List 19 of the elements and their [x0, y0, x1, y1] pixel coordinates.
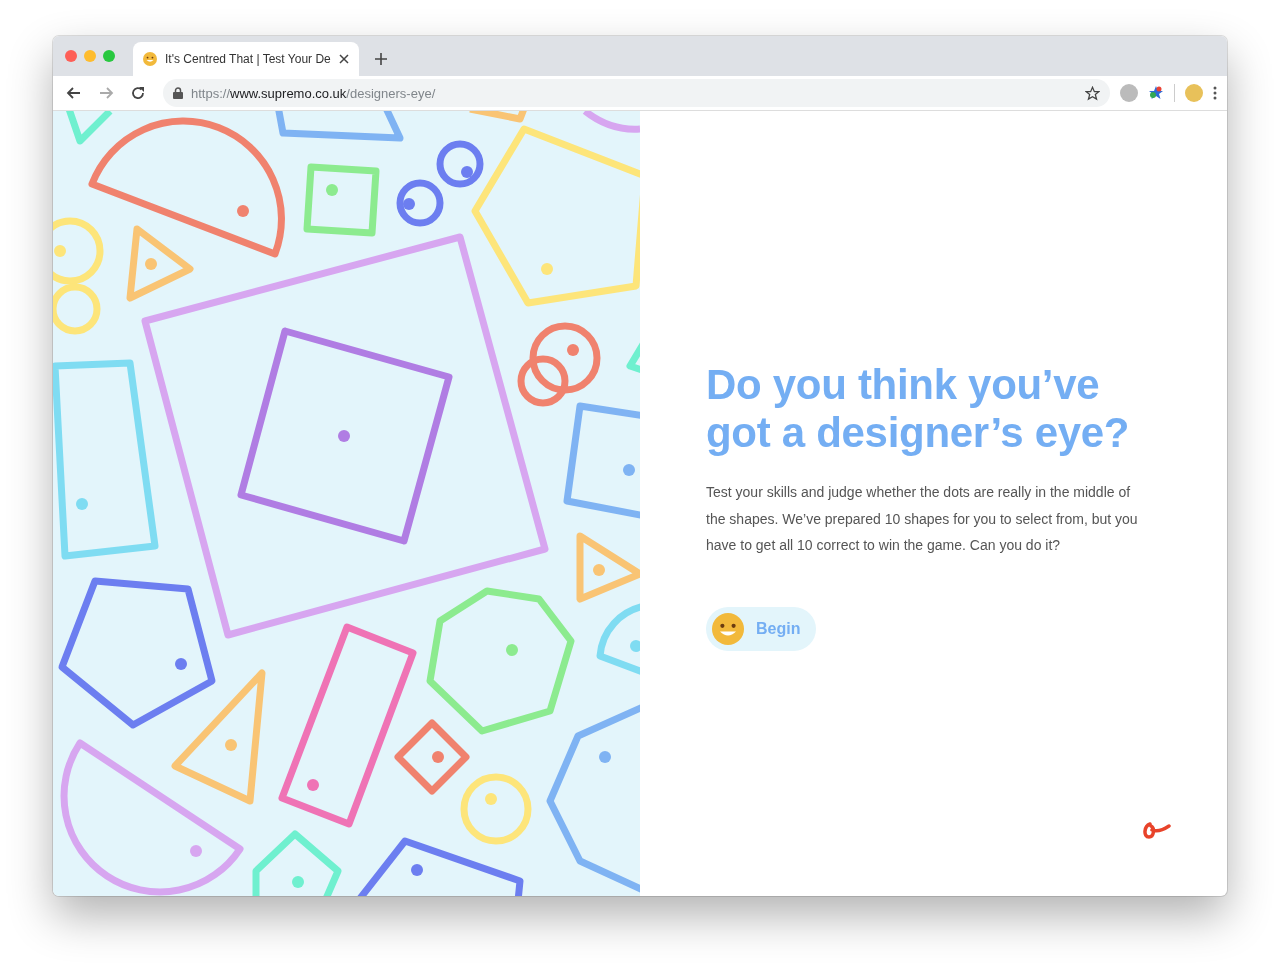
address-bar[interactable]: https://www.supremo.co.uk/designers-eye/ [163, 79, 1110, 107]
extension-icon[interactable] [1148, 85, 1164, 101]
star-icon[interactable] [1085, 85, 1100, 101]
intro-paragraph: Test your skills and judge whether the dots are really in the middle of the shapes. We’ve prepared 10 shapes for you to select from, but you have to get all 10 correct to win the game. Can you do it? [706, 483, 1139, 555]
menu-icon[interactable] [1213, 86, 1217, 100]
reload-icon [130, 85, 146, 101]
heading: Do you think you’ve got a designer’s eye? [706, 361, 1131, 457]
close-icon[interactable] [339, 54, 349, 64]
browser-tab[interactable]: It's Centred That | Test Your De [133, 42, 359, 76]
back-arrow-icon [66, 85, 82, 101]
lock-icon [173, 87, 183, 99]
close-window-button[interactable] [65, 50, 77, 62]
smiley-icon [143, 52, 157, 66]
forward-arrow-icon [98, 85, 114, 101]
tab-title: It's Centred That | Test Your De [165, 52, 331, 66]
smiley-icon [712, 612, 744, 645]
logo-icon [1141, 820, 1171, 840]
url-text: https://www.supremo.co.uk/designers-eye/ [191, 85, 437, 101]
plus-icon [374, 52, 388, 66]
